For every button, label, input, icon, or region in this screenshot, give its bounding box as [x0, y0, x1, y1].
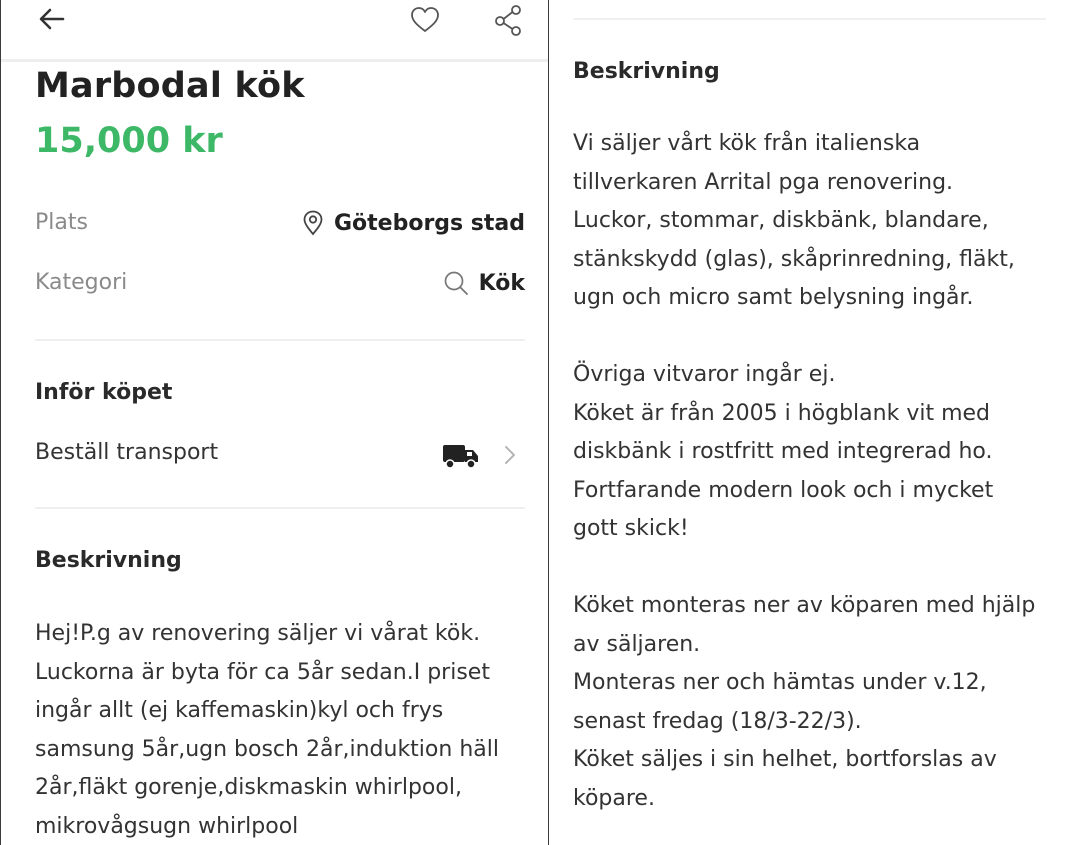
description-line: tillverkaren Arrital pga renovering.	[573, 169, 954, 195]
description-line: Köket är från 2005 i högblank vit med	[573, 400, 991, 426]
description-text: Hej!P.g av renovering säljer vi vårat kö…	[35, 615, 499, 845]
top-bar	[1, 0, 548, 62]
chevron-right-icon	[505, 446, 515, 464]
description-line: Hej!P.g av renovering säljer vi vårat kö…	[35, 621, 481, 646]
category-value-group[interactable]: Kök	[443, 270, 525, 296]
listing-panel-left: Marbodal kök 15,000 kr Plats Göteborgs s…	[0, 0, 549, 845]
location-value-group[interactable]: Göteborgs stad	[302, 210, 525, 236]
description-line: Köket säljes i sin helhet, bortforslas a…	[573, 747, 997, 772]
purchase-heading: Inför köpet	[35, 380, 173, 405]
description-heading: Beskrivning	[573, 59, 720, 84]
description-line: ingår allt (ej kaffemaskin)kyl och frys	[35, 698, 444, 723]
truck-icon	[443, 445, 478, 469]
listing-price: 15,000 kr	[35, 121, 223, 161]
order-transport-row[interactable]: Beställ transport	[35, 436, 525, 476]
description-line: av säljaren.	[573, 631, 701, 657]
description-line: Monteras ner och hämtas under v.12,	[573, 670, 987, 695]
description-line: samsung 5år,ugn bosch 2år,induktion häll	[35, 736, 499, 762]
divider	[573, 18, 1046, 20]
description-line: köpare.	[573, 785, 655, 811]
location-value: Göteborgs stad	[333, 210, 525, 236]
listing-panel-right: Beskrivning Vi säljer vårt kök från ital…	[549, 0, 1076, 845]
arrow-left-icon[interactable]	[37, 4, 67, 34]
description-line: ugn och micro samt belysning ingår.	[573, 285, 974, 310]
description-line: Luckorna är byta för ca 5år sedan.I pris…	[35, 659, 490, 685]
description-line: Vi säljer vårt kök från italienska	[573, 131, 921, 156]
divider	[35, 339, 525, 341]
description-line: 2år,fläkt gorenje,diskmaskin whirlpool,	[35, 775, 462, 800]
description-line: diskbänk i rostfritt med integrerad ho.	[573, 439, 993, 464]
description-line: gott skick!	[573, 516, 689, 541]
description-line: mikrovågsugn whirlpool	[35, 813, 299, 839]
order-transport-label: Beställ transport	[35, 440, 219, 465]
listing-title: Marbodal kök	[35, 66, 305, 106]
divider	[35, 507, 525, 509]
description-line: Luckor, stommar, diskbänk, blandare,	[573, 208, 989, 233]
description-line: Övriga vitvaror ingår ej.	[573, 362, 836, 387]
location-pin-icon	[303, 210, 323, 236]
description-line: senast fredag (18/3-22/3).	[573, 708, 862, 734]
category-label: Kategori	[35, 270, 128, 295]
description-line: Köket monteras ner av köparen med hjälp	[573, 593, 1036, 618]
location-label: Plats	[35, 210, 88, 235]
search-icon	[444, 271, 468, 295]
heart-icon[interactable]	[410, 6, 440, 34]
category-value: Kök	[478, 270, 525, 296]
description-line: stänkskydd (glas), skåprinredning, fläkt…	[573, 246, 1015, 272]
description-line: Fortfarande modern look och i mycket	[573, 477, 994, 503]
description-heading: Beskrivning	[35, 548, 182, 573]
share-icon[interactable]	[493, 4, 523, 36]
description-text: Vi säljer vårt kök från italienska tillve…	[573, 125, 1035, 818]
